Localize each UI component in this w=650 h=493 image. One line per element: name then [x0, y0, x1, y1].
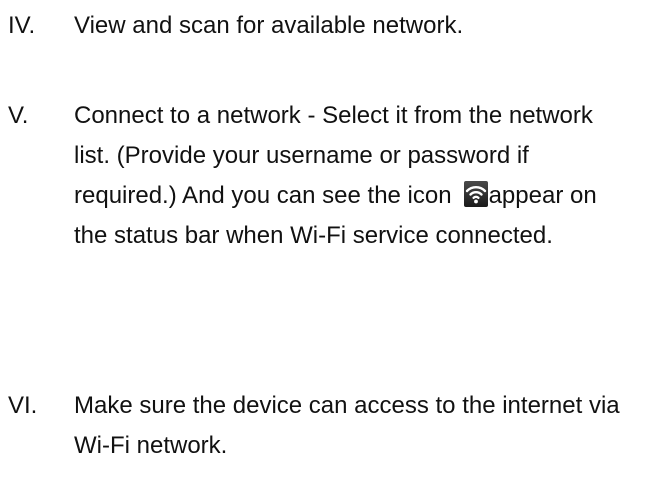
step-numeral: VI.	[8, 392, 38, 419]
step-text: View and scan for available network.	[74, 12, 464, 39]
step-numeral: IV.	[8, 12, 36, 39]
wifi-icon	[463, 181, 488, 207]
step-text: Connect to a network - Select it from th…	[74, 96, 634, 256]
step-text: Make sure the device can access to the i…	[74, 392, 620, 459]
step-numeral: V.	[8, 102, 29, 129]
